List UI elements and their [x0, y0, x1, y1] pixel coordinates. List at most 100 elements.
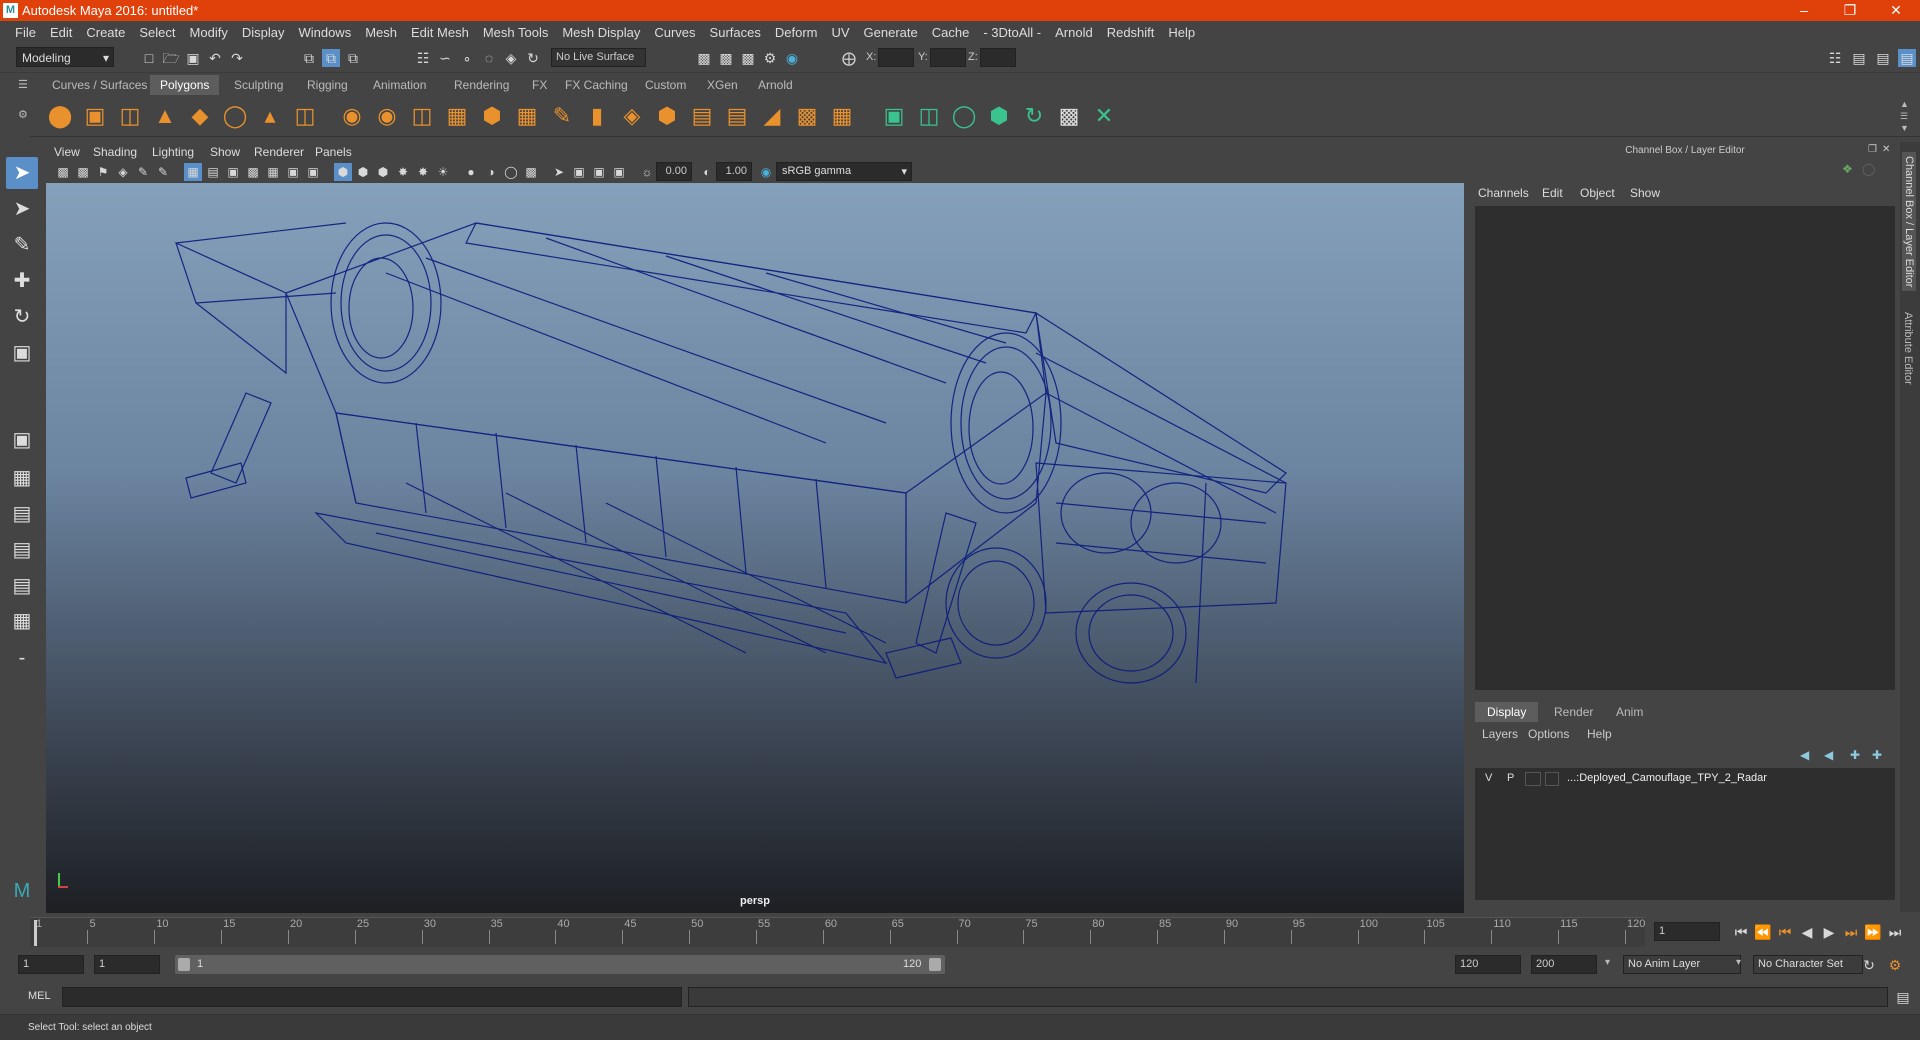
step-forward-frame-icon[interactable]: ⏩ [1864, 923, 1882, 941]
layer-tab-display[interactable]: Display [1475, 702, 1539, 722]
textured-icon[interactable]: ✸ [394, 163, 412, 181]
two-view-layout-icon[interactable]: ▤ [6, 498, 38, 530]
move-layer-down-icon[interactable]: ◀ [1824, 748, 1833, 762]
float-panel-icon[interactable]: ❐ [1868, 144, 1877, 155]
time-ruler[interactable]: 1 5 10 15 20 25 30 35 40 45 50 55 60 65 70 75 80 85 90 95 10… [30, 917, 1645, 947]
color-space-dropdown[interactable]: sRGB gamma ▾ [776, 162, 912, 181]
grease-pencil-icon[interactable]: ✎ [154, 163, 172, 181]
shelf-tab-fx-caching[interactable]: FX Caching [555, 75, 638, 95]
menu-edit[interactable]: Edit [50, 25, 72, 40]
shelf-tab-sculpting[interactable]: Sculpting [224, 75, 293, 95]
poly-pyramid-icon[interactable]: ▴ [256, 102, 284, 130]
xray-joints-icon[interactable]: ▣ [610, 163, 628, 181]
snap-view-icon[interactable]: ◌ [480, 49, 498, 67]
vp-menu-panels[interactable]: Panels [315, 145, 352, 159]
poly-torus-icon[interactable]: ◯ [221, 102, 249, 130]
target-weld-icon[interactable]: ▩ [793, 102, 821, 130]
scene-start-field[interactable]: 1 [18, 955, 84, 974]
shelf-scroll-up-icon[interactable]: ▲ [1900, 99, 1909, 109]
shelf-scroll-menu-icon[interactable]: ☰ [1900, 111, 1908, 122]
shelf-tab-xgen[interactable]: XGen [697, 75, 748, 95]
separate-icon[interactable]: ◉ [373, 102, 401, 130]
script-editor-icon[interactable]: ▤ [1894, 988, 1912, 1006]
channel-box-icon[interactable]: ▤ [1898, 49, 1916, 67]
layer-row[interactable]: V P ...:Deployed_Camouflage_TPY_2_Radar [1475, 770, 1895, 788]
close-button[interactable]: ✕ [1874, 0, 1918, 21]
safe-action-icon[interactable]: ▣ [284, 163, 302, 181]
current-frame-field[interactable]: 1 [1654, 922, 1720, 942]
exposure-icon[interactable]: ☼ [638, 163, 656, 181]
uv-planar-icon[interactable]: ▣ [880, 102, 908, 130]
layer-type-toggle[interactable] [1525, 772, 1541, 786]
shelf-tab-custom[interactable]: Custom [635, 75, 696, 95]
step-back-frame-icon[interactable]: ⏪ [1754, 923, 1772, 941]
cb-menu-show[interactable]: Show [1630, 186, 1660, 200]
poly-cylinder-icon[interactable]: ◫ [116, 102, 144, 130]
redo-icon[interactable]: ↷ [228, 49, 246, 67]
poly-cube-icon[interactable]: ▣ [81, 102, 109, 130]
live-surface-field[interactable]: No Live Surface [551, 48, 646, 67]
menu-curves[interactable]: Curves [654, 25, 695, 40]
gamma-icon[interactable]: ◐ [698, 163, 716, 181]
bevel-icon[interactable]: ✎ [548, 102, 576, 130]
layer-menu-help[interactable]: Help [1587, 727, 1612, 741]
render-view-icon[interactable]: ▩ [695, 49, 713, 67]
grid-icon[interactable]: ▦ [184, 163, 202, 181]
single-view-layout-icon[interactable]: ▣ [6, 424, 38, 456]
lasso-tool-icon[interactable]: ➤ [6, 193, 38, 225]
snap-curve-icon[interactable]: ∽ [436, 49, 454, 67]
poly-pipe-icon[interactable]: ◫ [291, 102, 319, 130]
exposure-field[interactable]: 0.00 [656, 162, 692, 181]
layer-tab-anim[interactable]: Anim [1604, 702, 1655, 722]
menu-help[interactable]: Help [1168, 25, 1195, 40]
vp-menu-view[interactable]: View [54, 145, 80, 159]
current-frame-marker[interactable] [34, 920, 37, 946]
insert-edge-loop-icon[interactable]: ▤ [723, 102, 751, 130]
outliner-layout-icon[interactable]: ▤ [6, 534, 38, 566]
move-tool-icon[interactable]: ✚ [6, 265, 38, 297]
gate-mask-icon[interactable]: ▩ [244, 163, 262, 181]
range-start-handle[interactable] [178, 958, 190, 971]
menu-select[interactable]: Select [139, 25, 175, 40]
perspective-viewport[interactable]: persp [46, 183, 1464, 913]
vp-menu-show[interactable]: Show [210, 145, 240, 159]
camera-attributes-icon[interactable]: ▩ [74, 163, 92, 181]
rotate-tool-icon[interactable]: ↻ [6, 301, 38, 333]
mel-input[interactable] [62, 987, 682, 1007]
poly-sphere-icon[interactable]: ⬤ [46, 102, 74, 130]
select-hierarchy-icon[interactable]: ⧉ [300, 49, 318, 67]
xray-icon[interactable]: ▣ [570, 163, 588, 181]
boolean-icon[interactable]: ⬢ [478, 102, 506, 130]
layer-visibility-toggle[interactable]: V [1485, 772, 1492, 784]
transform-input-icon[interactable]: ⨁ [840, 49, 858, 67]
uv-cylindrical-icon[interactable]: ◫ [915, 102, 943, 130]
paint-select-tool-icon[interactable]: ✎ [6, 229, 38, 261]
menu-mesh-tools[interactable]: Mesh Tools [483, 25, 549, 40]
scale-tool-icon[interactable]: ▣ [6, 337, 38, 369]
field-chart-icon[interactable]: ▦ [264, 163, 282, 181]
mode-dropdown[interactable]: Modeling ▾ [16, 47, 114, 67]
vp-menu-renderer[interactable]: Renderer [254, 145, 304, 159]
wireframe-on-shaded-icon[interactable]: ⬢ [374, 163, 392, 181]
shelf-settings-icon[interactable]: ⚙ [18, 108, 30, 121]
play-backwards-icon[interactable]: ◀ [1798, 923, 1816, 941]
menu-edit-mesh[interactable]: Edit Mesh [411, 25, 469, 40]
shelf-tab-animation[interactable]: Animation [363, 75, 436, 95]
new-layer-icon[interactable]: ✚ [1850, 748, 1860, 762]
current-frame-input[interactable]: 1 [1654, 922, 1720, 941]
layout-options-icon[interactable]: - [6, 642, 38, 674]
menu-mesh[interactable]: Mesh [365, 25, 397, 40]
shelf-tab-fx[interactable]: FX [522, 75, 557, 95]
open-scene-icon[interactable]: 🗁 [162, 49, 180, 67]
use-all-lights-icon[interactable]: ✸ [414, 163, 432, 181]
select-object-icon[interactable]: ⧉ [322, 49, 340, 67]
go-to-end-icon[interactable]: ⏭ [1886, 923, 1904, 941]
menu-windows[interactable]: Windows [298, 25, 351, 40]
two-d-pan-icon[interactable]: ✎ [134, 163, 152, 181]
offset-edge-loop-icon[interactable]: ◢ [758, 102, 786, 130]
menu-surfaces[interactable]: Surfaces [710, 25, 761, 40]
wireframe-icon[interactable]: ⬢ [334, 163, 352, 181]
isolate-select-icon[interactable]: ➤ [550, 163, 568, 181]
film-gate-icon[interactable]: ▤ [204, 163, 222, 181]
menu-display[interactable]: Display [242, 25, 285, 40]
